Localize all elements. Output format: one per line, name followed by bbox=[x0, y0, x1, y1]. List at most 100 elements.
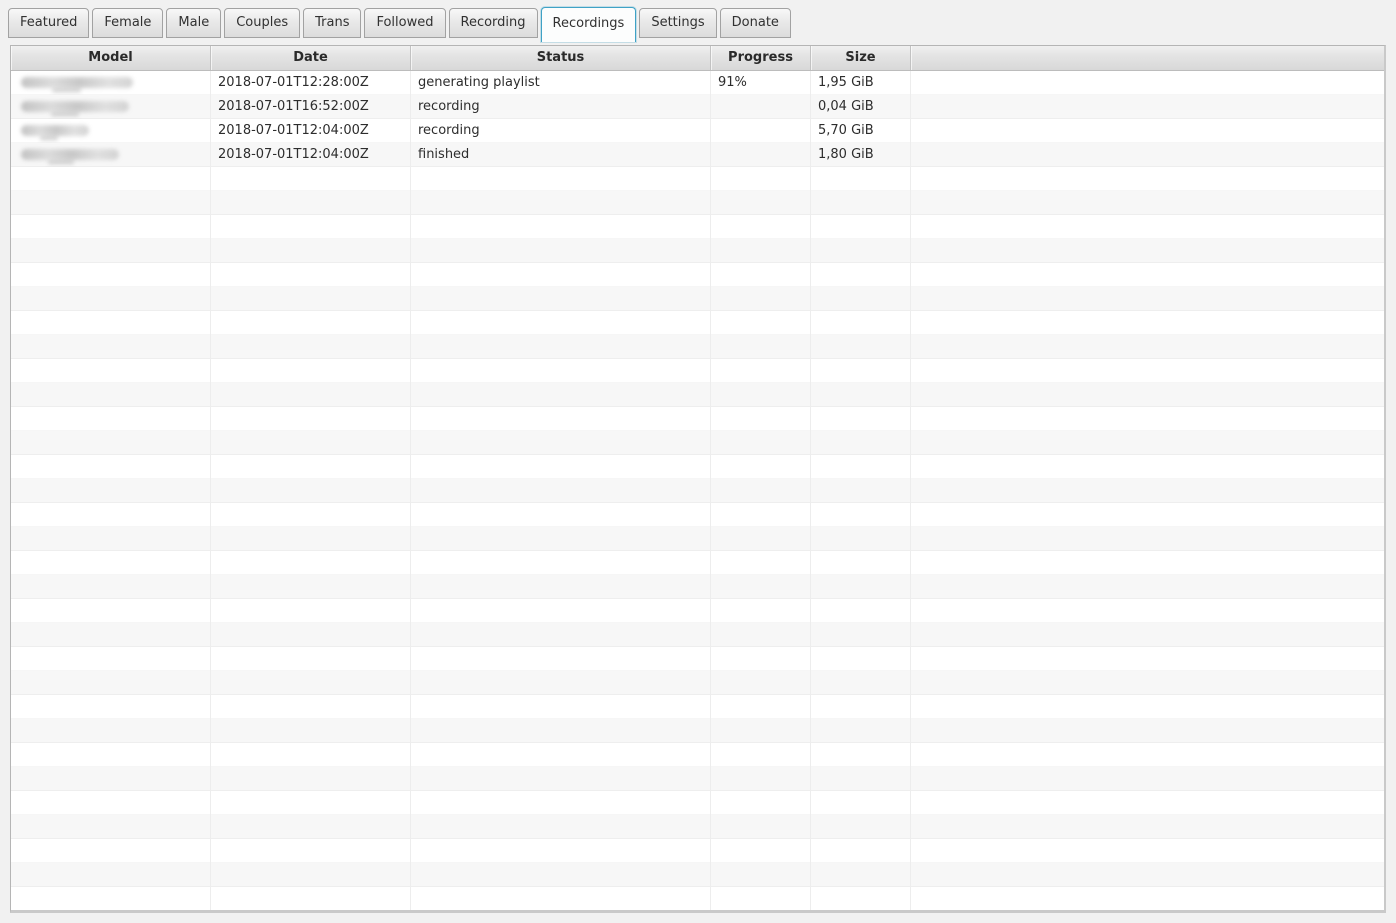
table-row[interactable]: 2018-07-01T12:28:00Zgenerating playlist9… bbox=[11, 71, 1384, 95]
table-row-empty[interactable] bbox=[11, 767, 1384, 791]
table-row-empty[interactable] bbox=[11, 167, 1384, 191]
cell-filler bbox=[911, 383, 1384, 407]
cell-status bbox=[411, 647, 711, 671]
cell-model bbox=[11, 407, 211, 431]
table-row-empty[interactable] bbox=[11, 287, 1384, 311]
cell-date bbox=[211, 455, 411, 479]
table-row-empty[interactable] bbox=[11, 431, 1384, 455]
cell-filler bbox=[911, 839, 1384, 863]
cell-model bbox=[11, 143, 211, 167]
tab-recordings[interactable]: Recordings bbox=[541, 7, 637, 42]
tab-couples[interactable]: Couples bbox=[224, 8, 300, 38]
cell-size bbox=[811, 503, 911, 527]
table-row-empty[interactable] bbox=[11, 335, 1384, 359]
cell-status bbox=[411, 671, 711, 695]
table-row-empty[interactable] bbox=[11, 383, 1384, 407]
table-row-empty[interactable] bbox=[11, 551, 1384, 575]
cell-date: 2018-07-01T12:28:00Z bbox=[211, 71, 411, 95]
table-row[interactable]: 2018-07-01T12:04:00Zfinished1,80 GiB bbox=[11, 143, 1384, 167]
cell-filler bbox=[911, 431, 1384, 455]
cell-size bbox=[811, 527, 911, 551]
column-header-filler[interactable] bbox=[911, 46, 1384, 70]
table-row-empty[interactable] bbox=[11, 407, 1384, 431]
cell-status bbox=[411, 791, 711, 815]
table-row-empty[interactable] bbox=[11, 719, 1384, 743]
tab-male[interactable]: Male bbox=[166, 8, 221, 38]
tab-female[interactable]: Female bbox=[92, 8, 163, 38]
cell-progress bbox=[711, 431, 811, 455]
cell-status: recording bbox=[411, 95, 711, 119]
table-row[interactable]: 2018-07-01T16:52:00Zrecording0,04 GiB bbox=[11, 95, 1384, 119]
column-header-model[interactable]: Model bbox=[11, 46, 211, 70]
table-row-empty[interactable] bbox=[11, 791, 1384, 815]
table-row-empty[interactable] bbox=[11, 815, 1384, 839]
cell-filler bbox=[911, 287, 1384, 311]
table-row-empty[interactable] bbox=[11, 887, 1384, 911]
table-row-empty[interactable] bbox=[11, 215, 1384, 239]
cell-status bbox=[411, 287, 711, 311]
table-row-empty[interactable] bbox=[11, 743, 1384, 767]
cell-model bbox=[11, 551, 211, 575]
cell-model bbox=[11, 119, 211, 143]
table-row-empty[interactable] bbox=[11, 671, 1384, 695]
column-header-size[interactable]: Size bbox=[811, 46, 911, 70]
tab-donate[interactable]: Donate bbox=[720, 8, 791, 38]
table-row-empty[interactable] bbox=[11, 527, 1384, 551]
table-row-empty[interactable] bbox=[11, 479, 1384, 503]
column-header-date[interactable]: Date bbox=[211, 46, 411, 70]
tab-featured[interactable]: Featured bbox=[8, 8, 89, 38]
cell-model bbox=[11, 815, 211, 839]
table-row-empty[interactable] bbox=[11, 695, 1384, 719]
cell-size bbox=[811, 839, 911, 863]
table-row-empty[interactable] bbox=[11, 239, 1384, 263]
cell-status: finished bbox=[411, 143, 711, 167]
cell-status bbox=[411, 431, 711, 455]
cell-date: 2018-07-01T12:04:00Z bbox=[211, 119, 411, 143]
table-row-empty[interactable] bbox=[11, 191, 1384, 215]
cell-filler bbox=[911, 695, 1384, 719]
table-row-empty[interactable] bbox=[11, 623, 1384, 647]
table-row-empty[interactable] bbox=[11, 863, 1384, 887]
cell-filler bbox=[911, 455, 1384, 479]
cell-size bbox=[811, 863, 911, 887]
column-header-progress[interactable]: Progress bbox=[711, 46, 811, 70]
table-row-empty[interactable] bbox=[11, 839, 1384, 863]
cell-date bbox=[211, 359, 411, 383]
cell-progress bbox=[711, 527, 811, 551]
cell-model bbox=[11, 863, 211, 887]
table-row-empty[interactable] bbox=[11, 263, 1384, 287]
cell-date bbox=[211, 743, 411, 767]
cell-date bbox=[211, 191, 411, 215]
cell-filler bbox=[911, 191, 1384, 215]
tab-settings[interactable]: Settings bbox=[639, 8, 716, 38]
cell-date bbox=[211, 647, 411, 671]
cell-progress bbox=[711, 455, 811, 479]
column-header-status[interactable]: Status bbox=[411, 46, 711, 70]
cell-size bbox=[811, 167, 911, 191]
table-row-empty[interactable] bbox=[11, 503, 1384, 527]
tab-trans[interactable]: Trans bbox=[303, 8, 361, 38]
table-row-empty[interactable] bbox=[11, 359, 1384, 383]
table-row-empty[interactable] bbox=[11, 311, 1384, 335]
table-row-empty[interactable] bbox=[11, 455, 1384, 479]
tab-followed[interactable]: Followed bbox=[364, 8, 445, 38]
tab-recording[interactable]: Recording bbox=[449, 8, 538, 38]
cell-model bbox=[11, 311, 211, 335]
table-row[interactable]: 2018-07-01T12:04:00Zrecording5,70 GiB bbox=[11, 119, 1384, 143]
table-row-empty[interactable] bbox=[11, 599, 1384, 623]
cell-status bbox=[411, 503, 711, 527]
cell-progress bbox=[711, 335, 811, 359]
table-row-empty[interactable] bbox=[11, 575, 1384, 599]
cell-date bbox=[211, 287, 411, 311]
cell-status bbox=[411, 383, 711, 407]
cell-status bbox=[411, 695, 711, 719]
cell-progress bbox=[711, 239, 811, 263]
cell-date bbox=[211, 863, 411, 887]
cell-status bbox=[411, 263, 711, 287]
cell-size bbox=[811, 479, 911, 503]
cell-size bbox=[811, 383, 911, 407]
cell-date bbox=[211, 791, 411, 815]
table-row-empty[interactable] bbox=[11, 647, 1384, 671]
cell-progress bbox=[711, 383, 811, 407]
cell-date bbox=[211, 335, 411, 359]
